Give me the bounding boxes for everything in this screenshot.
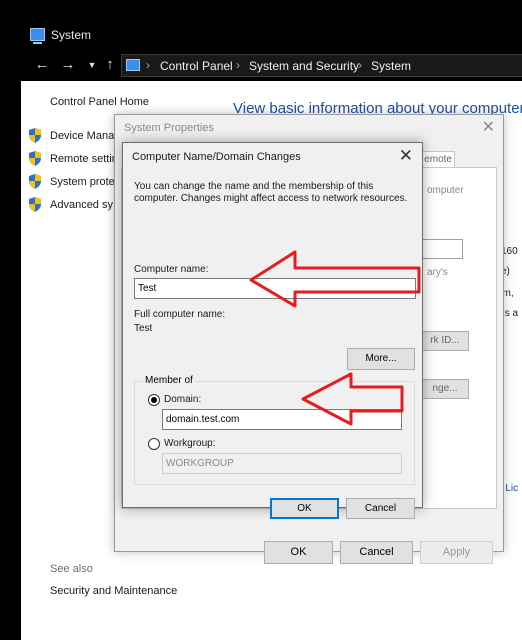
computer-description-input[interactable] <box>421 239 463 259</box>
navigation-bar: ← → ▼ ↑ › Control Panel › System and Sec… <box>21 50 522 81</box>
forward-arrow-icon[interactable]: → <box>59 56 77 74</box>
dialog-title: Computer Name/Domain Changes <box>132 151 301 163</box>
window-title: System <box>51 28 92 42</box>
sidebar-link-remote-settings[interactable]: Remote settin <box>50 153 118 165</box>
cancel-button[interactable]: Cancel <box>340 541 413 564</box>
computer-name-domain-changes-dialog: Computer Name/Domain Changes ✕ You can c… <box>122 142 423 519</box>
recent-locations-chevron-icon[interactable]: ▼ <box>83 56 101 74</box>
breadcrumb-system[interactable]: System <box>371 59 411 73</box>
workgroup-label: Workgroup: <box>164 438 216 449</box>
breadcrumb-control-panel[interactable]: Control Panel <box>160 59 233 73</box>
domain-radio[interactable] <box>148 394 160 406</box>
cropped-text: ary's <box>427 267 448 278</box>
dialog-title: System Properties <box>124 122 214 134</box>
close-icon[interactable]: ✕ <box>482 117 495 137</box>
back-arrow-icon[interactable]: ← <box>33 56 51 74</box>
uac-shield-icon <box>29 151 41 166</box>
change-button[interactable]: nge... <box>421 379 469 399</box>
computer-name-input[interactable]: Test <box>134 278 416 299</box>
sidebar-link-system-protection[interactable]: System prote <box>50 176 115 188</box>
security-and-maintenance-link[interactable]: Security and Maintenance <box>50 585 177 597</box>
title-bar: System <box>21 20 522 50</box>
cropped-text: omputer <box>427 185 464 196</box>
computer-name-label: Computer name: <box>134 264 209 275</box>
dialog-description: You can change the name and the membersh… <box>134 181 408 204</box>
system-app-icon <box>30 28 45 44</box>
network-id-button[interactable]: rk ID... <box>421 331 469 351</box>
uac-shield-icon <box>29 197 41 212</box>
sidebar-link-device-manager[interactable]: Device Mana <box>50 130 114 142</box>
domain-input[interactable]: domain.test.com <box>162 409 402 430</box>
see-also-label: See also <box>50 563 93 575</box>
ok-button[interactable]: OK <box>270 498 339 519</box>
domain-label: Domain: <box>164 394 202 405</box>
uac-shield-icon <box>29 174 41 189</box>
sidebar-link-advanced-system-settings[interactable]: Advanced sy <box>50 199 113 211</box>
control-panel-icon <box>126 59 140 71</box>
uac-shield-icon <box>29 128 41 143</box>
system-window: System ← → ▼ ↑ › Control Panel › System … <box>21 20 522 640</box>
control-panel-home-link[interactable]: Control Panel Home <box>50 96 149 108</box>
apply-button[interactable]: Apply <box>420 541 493 564</box>
up-arrow-icon[interactable]: ↑ <box>101 56 119 74</box>
tab-remote[interactable]: emote <box>421 151 455 167</box>
breadcrumb-separator-icon[interactable]: › <box>358 58 362 72</box>
full-computer-name-value: Test <box>134 323 153 334</box>
workgroup-input[interactable]: WORKGROUP <box>162 453 402 474</box>
member-of-label: Member of <box>143 375 195 386</box>
workgroup-radio[interactable] <box>148 438 160 450</box>
more-button[interactable]: More... <box>347 348 415 370</box>
breadcrumb-system-and-security[interactable]: System and Security <box>249 59 359 73</box>
breadcrumb-separator-icon[interactable]: › <box>236 58 240 72</box>
breadcrumb-separator-icon[interactable]: › <box>146 58 150 72</box>
address-bar[interactable]: › Control Panel › System and Security › … <box>121 54 522 77</box>
full-computer-name-label: Full computer name: <box>134 309 226 320</box>
ok-button[interactable]: OK <box>264 541 333 564</box>
close-icon[interactable]: ✕ <box>399 146 413 166</box>
cancel-button[interactable]: Cancel <box>346 498 415 519</box>
